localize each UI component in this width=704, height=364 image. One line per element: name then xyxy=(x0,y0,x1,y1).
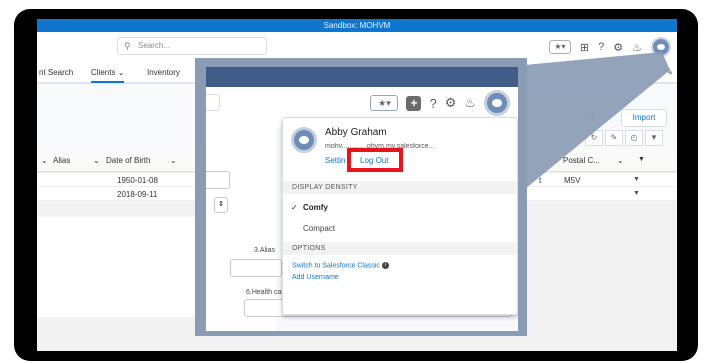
display-density-header: DISPLAY DENSITY xyxy=(283,181,517,194)
tab-clients-label: Clients xyxy=(91,68,116,77)
zoom-top-bar xyxy=(206,67,518,87)
settings-link[interactable]: Settin xyxy=(325,156,345,165)
profile-avatar xyxy=(291,127,317,153)
tab-clients[interactable]: Clients ⌄ xyxy=(91,68,125,83)
column-header-alias[interactable]: Alias xyxy=(53,156,70,165)
global-search-input[interactable]: ⚲ Search... xyxy=(117,37,267,55)
zoom-stepper-icon[interactable]: ⇕ xyxy=(214,197,228,213)
zoom-header-icons: ★▾ + ? ⚙ ♨ xyxy=(370,90,510,116)
checkmark-icon: ✓ xyxy=(291,203,298,212)
profile-name: Abby Graham xyxy=(325,127,387,138)
tutorial-slide: Sandbox: MOHVM ⚲ Search... ★▾ ⊞ ? ⚙ ♨ nt… xyxy=(0,0,704,364)
zoom-search-edge[interactable] xyxy=(206,94,220,111)
column-chevron-icon[interactable]: ⌄ xyxy=(170,156,177,165)
density-option-comfy[interactable]: Comfy xyxy=(303,203,328,212)
column-chevron-icon[interactable]: ⌄ xyxy=(41,156,48,165)
cell-dob: 2018-09-11 xyxy=(117,190,158,199)
logout-highlight-box xyxy=(347,148,403,172)
favorites-icon[interactable]: ★▾ xyxy=(370,95,399,111)
user-profile-menu: Abby Graham mohv.............ohvm.my.sal… xyxy=(282,117,518,315)
switch-to-classic-link[interactable]: Switch to Salesforce Classic i xyxy=(292,262,389,269)
zoom-form-input[interactable] xyxy=(206,171,230,189)
tab-inventory[interactable]: Inventory xyxy=(147,68,180,77)
switch-to-classic-label: Switch to Salesforce Classic xyxy=(292,262,380,270)
setup-gear-icon[interactable]: ⚙ xyxy=(445,95,457,111)
alias-input[interactable] xyxy=(230,259,282,277)
nav-item-search[interactable]: nt Search xyxy=(39,68,73,77)
alias-label: 3.Alias xyxy=(254,247,276,254)
chevron-down-icon: ⌄ xyxy=(117,68,125,77)
column-chevron-icon[interactable]: ⌄ xyxy=(93,156,100,165)
info-icon: i xyxy=(381,262,389,269)
add-username-link[interactable]: Add Username xyxy=(292,274,339,281)
notifications-bell-icon[interactable]: ♨ xyxy=(464,95,476,111)
column-header-dob[interactable]: Date of Birth xyxy=(106,156,150,165)
density-option-compact[interactable]: Compact xyxy=(303,224,335,233)
search-placeholder: Search... xyxy=(138,41,171,50)
search-icon: ⚲ xyxy=(124,41,131,51)
zoom-callout: ★▾ + ? ⚙ ♨ ⇕ 3.Alias 6.Health card numbe… xyxy=(206,67,518,331)
user-avatar[interactable] xyxy=(484,90,510,116)
zoom-connector xyxy=(514,52,670,198)
help-icon[interactable]: ? xyxy=(429,96,436,111)
options-header: OPTIONS xyxy=(283,242,517,255)
add-icon[interactable]: + xyxy=(406,95,422,111)
sandbox-banner: Sandbox: MOHVM xyxy=(37,19,677,32)
cell-dob: 1950-01-08 xyxy=(117,176,158,185)
